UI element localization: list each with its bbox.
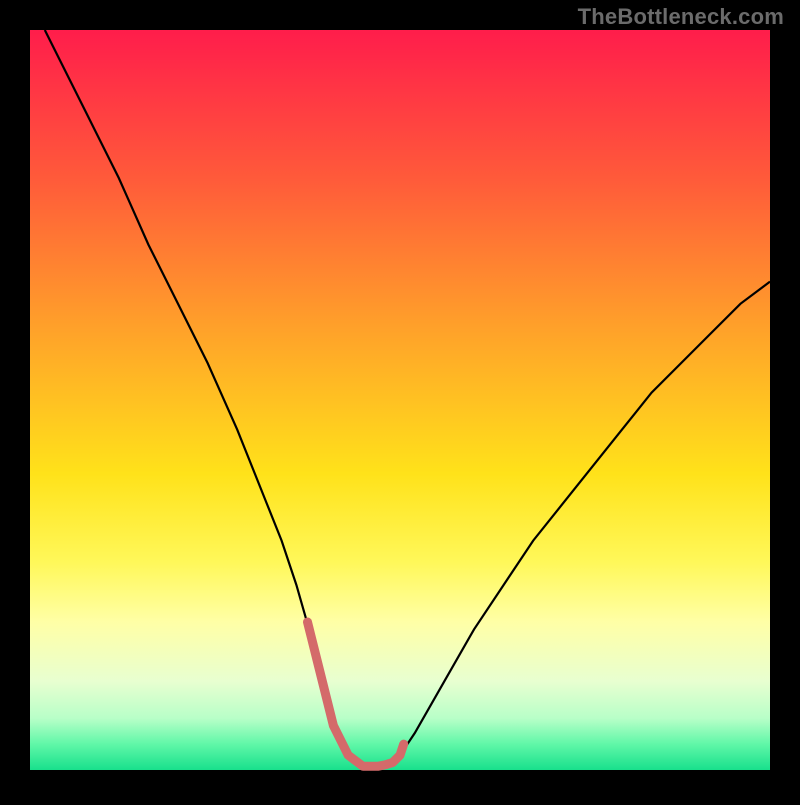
watermark-text: TheBottleneck.com	[578, 4, 784, 30]
chart-background	[30, 30, 770, 770]
chart-frame: TheBottleneck.com	[0, 0, 800, 800]
bottleneck-chart	[0, 0, 800, 800]
